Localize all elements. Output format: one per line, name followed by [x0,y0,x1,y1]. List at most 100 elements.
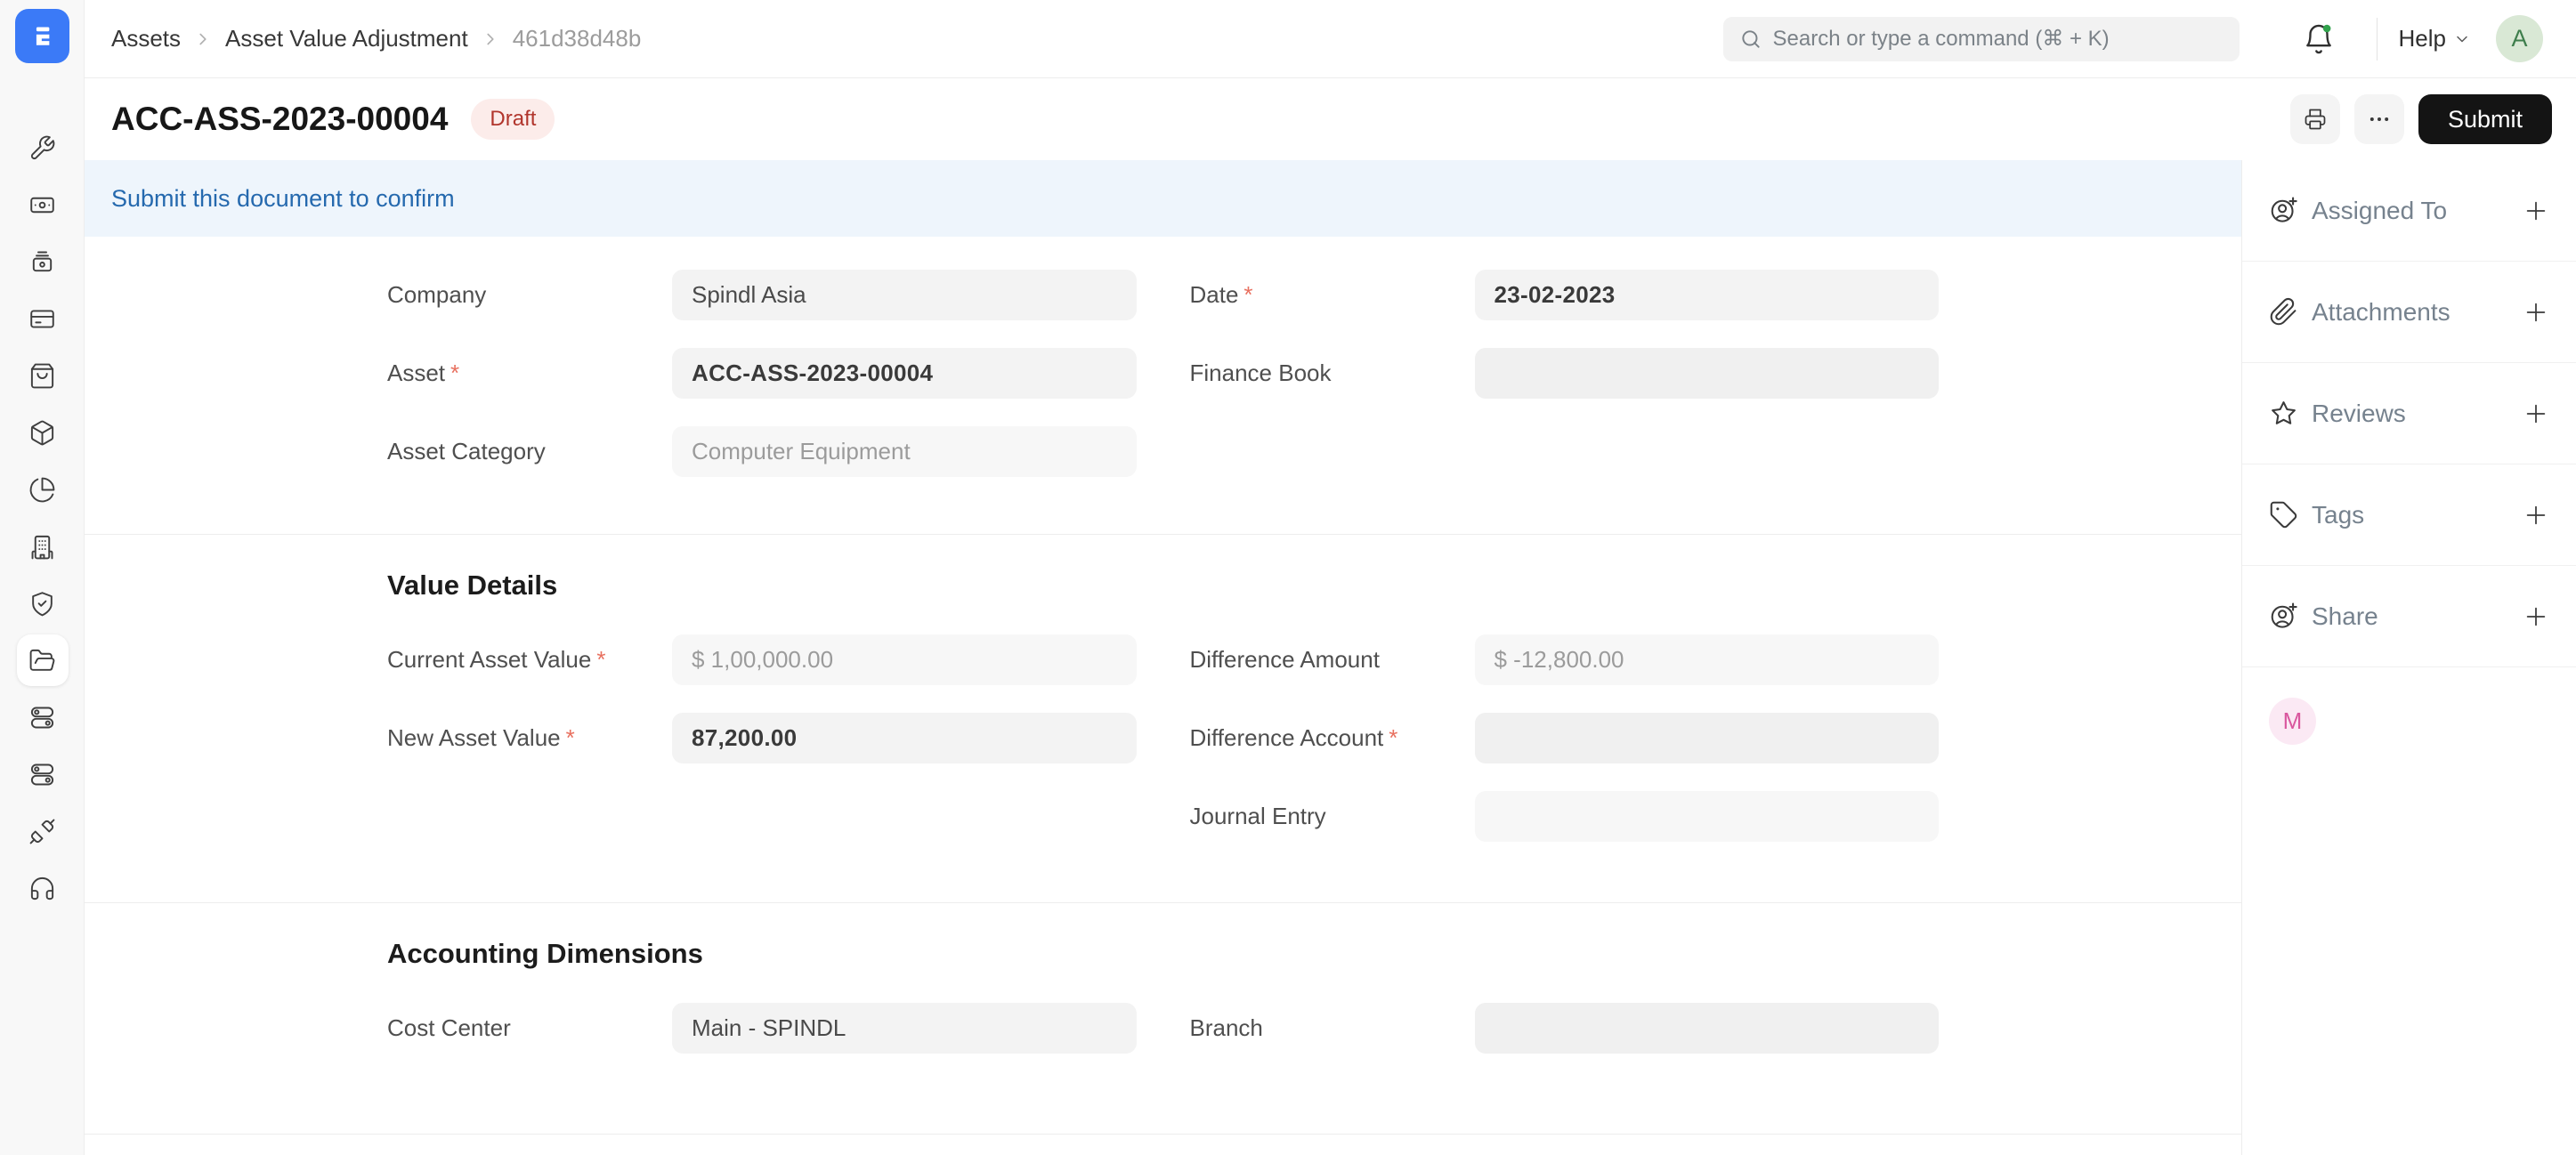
breadcrumb-asset-value-adjustment[interactable]: Asset Value Adjustment [225,25,468,52]
sidebar-item-quality[interactable] [17,578,69,629]
sidebar-item-analytics[interactable] [17,464,69,515]
toggles-icon [28,761,56,788]
print-button[interactable] [2290,94,2340,144]
section-next [85,1134,2241,1155]
add-review-button[interactable] [2523,400,2549,427]
company-field[interactable]: Spindl Asia [672,270,1137,320]
value-details-heading: Value Details [387,569,1939,602]
attachments-label: Attachments [2312,298,2450,327]
cost-center-label: Cost Center [387,1014,672,1042]
plus-icon [2523,502,2549,529]
breadcrumb-assets[interactable]: Assets [111,25,181,52]
tags-label: Tags [2312,501,2364,529]
sidebar-item-assets-active[interactable] [17,634,69,686]
user-avatar[interactable]: A [2496,15,2543,62]
form-row: Journal Entry [387,791,1939,842]
add-attachment-button[interactable] [2523,299,2549,326]
journal-entry-label: Journal Entry [1190,803,1475,830]
printer-icon [2303,107,2328,132]
difference-amount-field[interactable]: $ -12,800.00 [1475,634,1940,685]
search-input[interactable] [1773,27,2224,52]
sidebar-item-cash[interactable] [17,179,69,230]
plus-icon [2523,400,2549,427]
sidebar-item-selling[interactable] [17,350,69,401]
share-user-plus-icon [2269,602,2298,631]
chevron-right-icon [481,29,500,49]
asset-label: Asset* [387,359,672,387]
share-section: Share [2242,566,2576,667]
tags-section: Tags [2242,464,2576,566]
finance-book-field[interactable] [1475,348,1940,399]
top-navbar: Assets Asset Value Adjustment 461d38d48b… [85,0,2576,78]
journal-entry-field[interactable] [1475,791,1940,842]
folder-open-icon [28,647,56,674]
required-marker: * [596,646,605,673]
shared-user-initial: M [2283,707,2303,735]
sidebar-item-integrations[interactable] [17,805,69,857]
global-search[interactable] [1723,17,2240,61]
sidebar-item-company[interactable] [17,521,69,572]
form-row: Asset Category Computer Equipment [387,426,1939,477]
attachments-section: Attachments [2242,262,2576,363]
date-field[interactable]: 23-02-2023 [1475,270,1940,320]
breadcrumb: Assets Asset Value Adjustment 461d38d48b [85,25,641,52]
tag-icon [2269,500,2298,529]
branch-label: Branch [1190,1014,1475,1042]
erpnext-logo[interactable] [15,9,69,63]
sidebar-item-stock[interactable] [17,407,69,458]
submit-button[interactable]: Submit [2418,94,2552,144]
asset-category-field[interactable]: Computer Equipment [672,426,1137,477]
difference-account-label: Difference Account* [1190,724,1475,752]
bell-icon [2302,22,2336,56]
notifications-button[interactable] [2302,22,2336,56]
add-assignment-button[interactable] [2523,198,2549,224]
package-icon [28,419,56,447]
submit-banner-message: Submit this document to confirm [111,185,455,213]
branch-field[interactable] [1475,1003,1940,1054]
assigned-to-section: Assigned To [2242,160,2576,262]
add-tag-button[interactable] [2523,502,2549,529]
user-plus-icon [2269,196,2298,225]
sidebar-item-support[interactable] [17,862,69,914]
required-marker: * [450,359,459,386]
ellipsis-icon [2367,107,2392,132]
building-icon [28,533,56,561]
form-row: Cost Center Main - SPINDL Branch [387,1003,1939,1054]
new-asset-value-field[interactable]: 87,200.00 [672,713,1137,763]
shopping-bag-icon [28,362,56,390]
asset-category-label: Asset Category [387,438,672,465]
document-side-panel: Assigned To Attachments Reviews Tags Sha… [2241,160,2576,1155]
add-share-button[interactable] [2523,603,2549,630]
finance-book-label: Finance Book [1190,359,1475,387]
company-label: Company [387,281,672,309]
form-body: Company Spindl Asia Date* 23-02-2023 Ass… [85,237,2241,1155]
plus-icon [2523,299,2549,326]
current-asset-value-field[interactable]: $ 1,00,000.00 [672,634,1137,685]
tools-icon [28,134,56,162]
reviews-section: Reviews [2242,363,2576,464]
search-icon [1739,28,1762,51]
asset-field[interactable]: ACC-ASS-2023-00004 [672,348,1137,399]
menu-button[interactable] [2354,94,2404,144]
help-label: Help [2399,25,2446,52]
page-header: ACC-ASS-2023-00004 Draft Submit [85,78,2576,160]
toggles-icon [28,704,56,731]
shared-user-avatar[interactable]: M [2269,698,2316,745]
sidebar-item-tools[interactable] [17,122,69,174]
help-menu[interactable]: Help [2399,25,2471,52]
new-asset-value-label: New Asset Value* [387,724,672,752]
shield-check-icon [28,590,56,618]
form-row: Current Asset Value* $ 1,00,000.00 Diffe… [387,634,1939,685]
required-marker: * [566,724,575,751]
share-label: Share [2312,602,2378,631]
sidebar-item-register[interactable] [17,236,69,287]
plug-icon [28,818,56,845]
sidebar-item-preferences[interactable] [17,748,69,800]
sidebar-icon-list [0,122,85,914]
assigned-to-label: Assigned To [2312,197,2447,225]
sidebar-item-settings[interactable] [17,691,69,743]
sidebar-item-payments[interactable] [17,293,69,344]
cost-center-field[interactable]: Main - SPINDL [672,1003,1137,1054]
difference-account-field[interactable] [1475,713,1940,763]
reviews-label: Reviews [2312,400,2406,428]
